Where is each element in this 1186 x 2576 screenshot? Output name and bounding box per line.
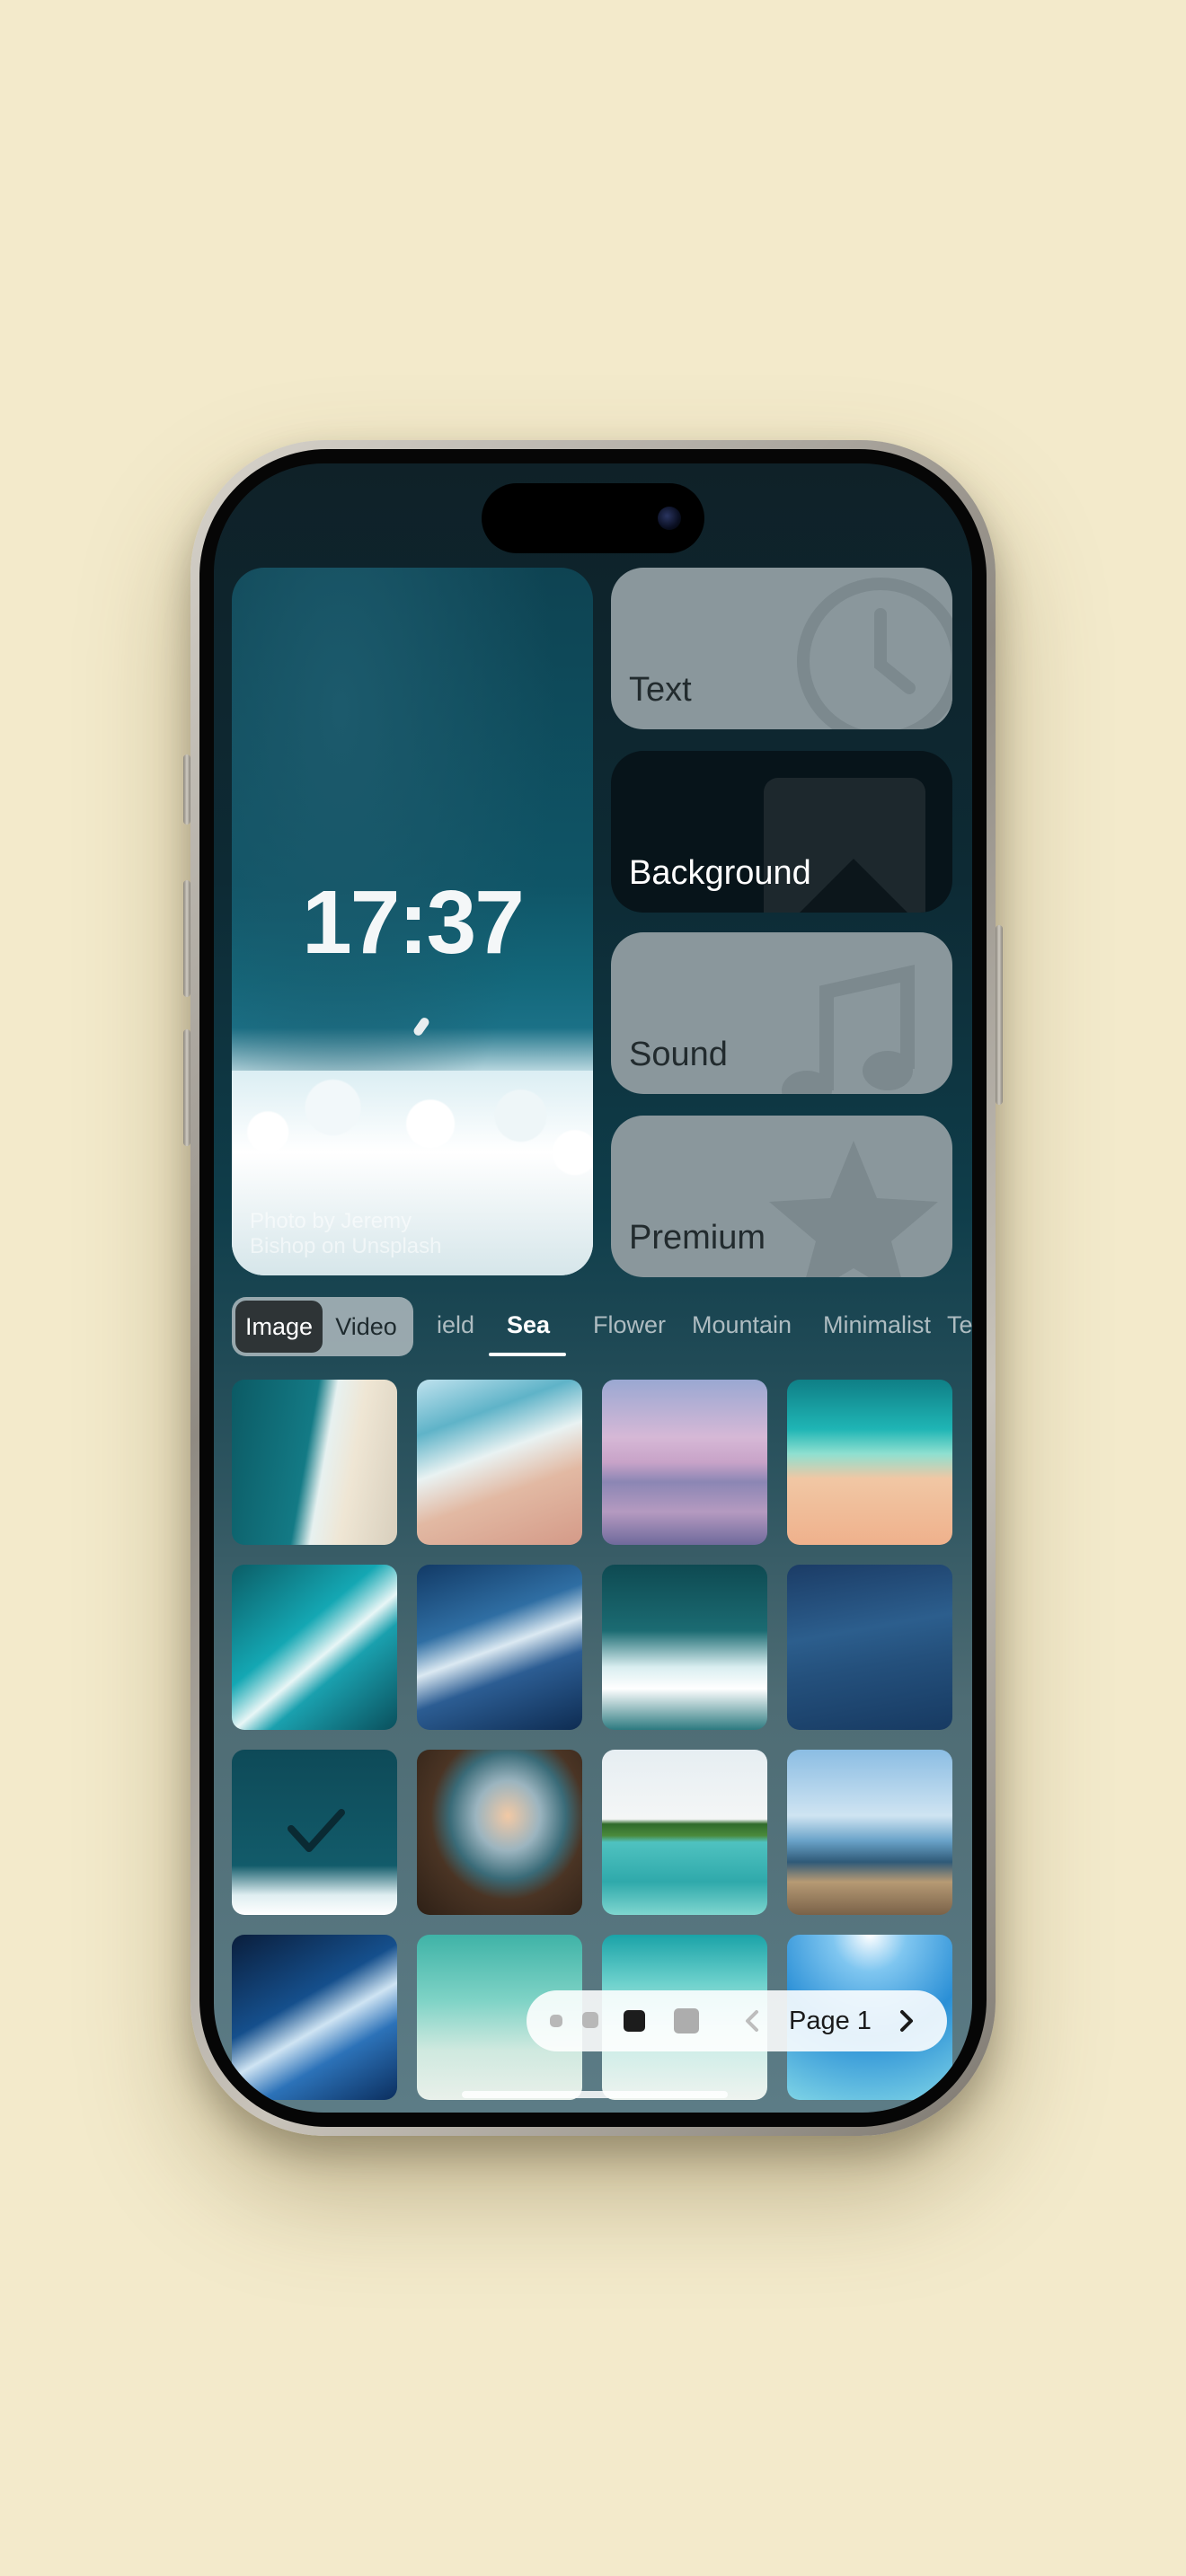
wallpaper-thumb[interactable] xyxy=(232,1565,397,1730)
preview-clock: 17:37 xyxy=(302,872,525,973)
photo-credit[interactable]: Photo by Jeremy Bishop on Unsplash xyxy=(250,1209,483,1259)
dynamic-island xyxy=(482,483,704,553)
tab-mountain[interactable]: Mountain xyxy=(692,1311,792,1339)
tab-sea[interactable]: Sea xyxy=(507,1311,550,1339)
premium-tile-label: Premium xyxy=(629,1219,766,1257)
preview-surfer xyxy=(412,1016,431,1037)
home-indicator[interactable] xyxy=(462,2091,728,2098)
power-button xyxy=(996,925,1003,1105)
wallpaper-thumb[interactable] xyxy=(417,1750,582,1915)
tab-field[interactable]: ield xyxy=(437,1311,474,1339)
tab-flower[interactable]: Flower xyxy=(593,1311,666,1339)
media-type-toggle: Image Video xyxy=(232,1297,413,1356)
page-dot[interactable] xyxy=(550,2015,562,2027)
wallpaper-thumb[interactable] xyxy=(232,1935,397,2100)
chevron-right-icon[interactable] xyxy=(897,2008,916,2033)
premium-tile[interactable]: Premium xyxy=(611,1116,952,1277)
music-note-icon xyxy=(782,965,915,1094)
wallpaper-thumb[interactable] xyxy=(417,1565,582,1730)
clock-icon xyxy=(797,578,952,729)
page-indicator: Page 1 xyxy=(527,1990,947,2051)
wallpaper-thumb[interactable] xyxy=(602,1750,767,1915)
tab-sea-underline xyxy=(489,1353,566,1356)
wallpaper-thumb[interactable] xyxy=(232,1380,397,1545)
wallpaper-thumb-selected[interactable] xyxy=(232,1750,397,1915)
page-dot-active[interactable] xyxy=(624,2010,645,2032)
chevron-left-icon[interactable] xyxy=(742,2008,762,2033)
tab-minimalist[interactable]: Minimalist xyxy=(823,1311,931,1339)
volume-down-button xyxy=(183,1029,190,1146)
wallpaper-thumb[interactable] xyxy=(787,1750,952,1915)
wallpaper-thumb[interactable] xyxy=(602,1565,767,1730)
tab-texture[interactable]: Te xyxy=(947,1311,972,1339)
text-tile[interactable]: Text xyxy=(611,568,952,729)
checkmark-icon xyxy=(288,1809,345,1852)
star-icon xyxy=(769,1141,938,1277)
volume-up-button xyxy=(183,880,190,997)
image-option[interactable]: Image xyxy=(235,1301,323,1353)
video-option[interactable]: Video xyxy=(323,1301,410,1353)
page-dot[interactable] xyxy=(674,2008,699,2033)
wallpaper-thumb[interactable] xyxy=(787,1565,952,1730)
category-tabs: ield Sea Flower Mountain Minimalist Te xyxy=(413,1295,972,1358)
screen: 17:37 Photo by Jeremy Bishop on Unsplash… xyxy=(214,463,972,2113)
background-tile[interactable]: Background xyxy=(611,751,952,913)
wallpaper-thumb[interactable] xyxy=(417,1380,582,1545)
wallpaper-thumb[interactable] xyxy=(602,1380,767,1545)
page-label: Page 1 xyxy=(789,2007,872,2035)
sound-tile-label: Sound xyxy=(629,1036,728,1073)
wallpaper-thumb[interactable] xyxy=(787,1380,952,1545)
lockscreen-preview[interactable]: 17:37 Photo by Jeremy Bishop on Unsplash xyxy=(232,568,593,1275)
action-button xyxy=(183,754,190,825)
text-tile-label: Text xyxy=(629,671,692,709)
sound-tile[interactable]: Sound xyxy=(611,932,952,1094)
background-tile-label: Background xyxy=(629,854,811,892)
page-dot[interactable] xyxy=(582,2012,598,2028)
front-camera xyxy=(658,507,681,530)
